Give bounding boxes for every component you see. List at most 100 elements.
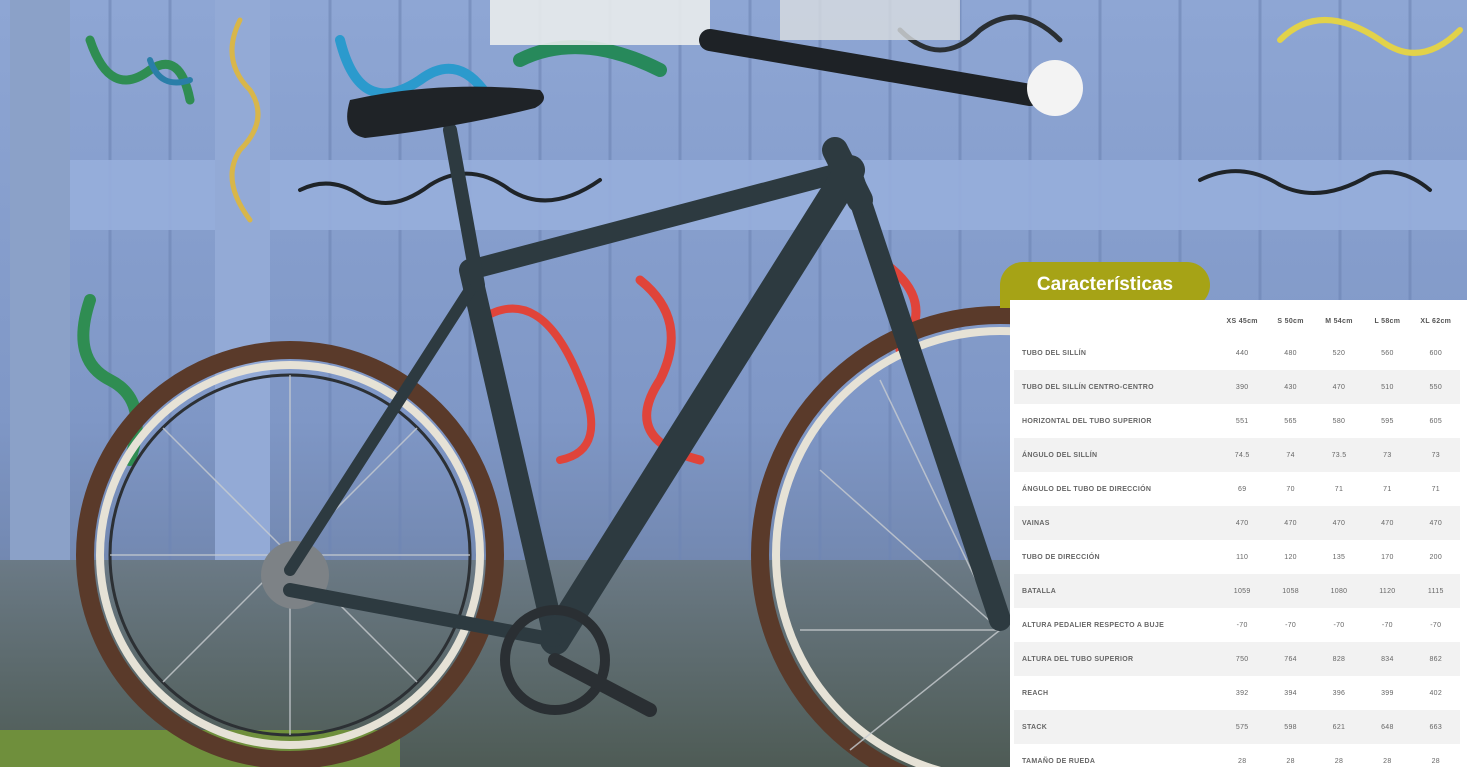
table-cell: 71	[1431, 485, 1440, 493]
table-cell: 70	[1286, 485, 1295, 493]
table-cell: 600	[1429, 349, 1443, 357]
size-header: XS 45cm	[1226, 317, 1258, 325]
table-cell: 828	[1314, 642, 1364, 676]
table-cell: 470	[1218, 506, 1267, 540]
table-cell: 28	[1383, 757, 1392, 765]
row-label: HORIZONTAL DEL TUBO SUPERIOR	[1022, 417, 1152, 425]
row-label: ALTURA PEDALIER RESPECTO A BUJE	[1022, 621, 1165, 629]
table-cell: 595	[1381, 417, 1394, 425]
table-cell: 390	[1218, 370, 1267, 404]
header-label-cell	[1014, 306, 1218, 336]
row-label: TUBO DEL SILLÍN CENTRO-CENTRO	[1014, 370, 1218, 404]
size-header: M 54cm	[1325, 317, 1353, 325]
table-cell: 862	[1411, 642, 1460, 676]
table-row: HORIZONTAL DEL TUBO SUPERIOR 551 565 580…	[1014, 404, 1460, 438]
table-cell: 550	[1411, 370, 1460, 404]
size-header: S 50cm	[1277, 317, 1304, 325]
geometry-table: XS 45cm S 50cm M 54cm L 58cm XL 62cm TUB…	[1014, 306, 1460, 778]
table-row: ALTURA PEDALIER RESPECTO A BUJE -70 -70 …	[1014, 608, 1460, 642]
table-row: REACH 392 394 396 399 402	[1014, 676, 1460, 710]
table-cell: 470	[1411, 506, 1460, 540]
table-cell: 120	[1284, 553, 1297, 561]
table-cell: 74	[1266, 438, 1315, 472]
table-cell: 598	[1266, 710, 1315, 744]
table-cell: 648	[1363, 710, 1412, 744]
table-row: ÁNGULO DEL SILLÍN 74.5 74 73.5 73 73	[1014, 438, 1460, 472]
table-cell: -70	[1236, 621, 1248, 629]
table-cell: 1120	[1363, 574, 1412, 608]
table-cell: -70	[1333, 621, 1345, 629]
table-cell: -70	[1381, 621, 1393, 629]
table-cell: 69	[1238, 485, 1247, 493]
table-row: ALTURA DEL TUBO SUPERIOR 750 764 828 834…	[1014, 642, 1460, 676]
table-cell: 663	[1411, 710, 1460, 744]
table-cell: 74.5	[1218, 438, 1267, 472]
table-cell: 170	[1381, 553, 1394, 561]
table-cell: 394	[1284, 689, 1297, 697]
table-row: VAINAS 470 470 470 470 470	[1014, 506, 1460, 540]
table-cell: -70	[1430, 621, 1442, 629]
table-row: TUBO DE DIRECCIÓN 110 120 135 170 200	[1014, 540, 1460, 574]
table-cell: 73	[1411, 438, 1460, 472]
table-row: STACK 575 598 621 648 663	[1014, 710, 1460, 744]
table-row: TAMAÑO DE RUEDA 28 28 28 28 28	[1014, 744, 1460, 778]
row-label: TUBO DEL SILLÍN	[1022, 349, 1087, 357]
table-cell: 565	[1284, 417, 1297, 425]
table-cell: 73.5	[1314, 438, 1364, 472]
table-cell: 575	[1218, 710, 1267, 744]
table-cell: 750	[1218, 642, 1267, 676]
geometry-table-panel: XS 45cm S 50cm M 54cm L 58cm XL 62cm TUB…	[1010, 300, 1467, 767]
size-header: XL 62cm	[1420, 317, 1452, 325]
table-cell: 402	[1429, 689, 1443, 697]
table-cell: 28	[1238, 757, 1247, 765]
table-row: BATALLA 1059 1058 1080 1120 1115	[1014, 574, 1460, 608]
row-label: ALTURA DEL TUBO SUPERIOR	[1014, 642, 1218, 676]
table-cell: 1080	[1314, 574, 1364, 608]
row-label: STACK	[1014, 710, 1218, 744]
size-header: L 58cm	[1374, 317, 1401, 325]
row-label: TUBO DE DIRECCIÓN	[1022, 553, 1100, 561]
table-cell: 480	[1284, 349, 1297, 357]
characteristics-title: Características	[1036, 274, 1174, 295]
row-label: ÁNGULO DEL SILLÍN	[1014, 438, 1218, 472]
table-cell: 71	[1334, 485, 1344, 493]
row-label: VAINAS	[1014, 506, 1218, 540]
table-cell: 470	[1266, 506, 1315, 540]
table-cell: 470	[1363, 506, 1412, 540]
table-cell: 520	[1332, 349, 1346, 357]
table-cell: 28	[1431, 757, 1440, 765]
table-cell: 560	[1381, 349, 1394, 357]
table-cell: 392	[1235, 689, 1249, 697]
row-label: TAMAÑO DE RUEDA	[1022, 757, 1096, 765]
table-cell: 440	[1235, 349, 1249, 357]
table-cell: 510	[1363, 370, 1412, 404]
row-label: REACH	[1022, 689, 1049, 697]
table-cell: 200	[1429, 553, 1443, 561]
geometry-header-row: XS 45cm S 50cm M 54cm L 58cm XL 62cm	[1014, 306, 1460, 336]
table-cell: 28	[1286, 757, 1295, 765]
table-cell: 396	[1332, 689, 1346, 697]
table-cell: 430	[1266, 370, 1315, 404]
table-cell: 580	[1332, 417, 1346, 425]
table-cell: 834	[1363, 642, 1412, 676]
table-cell: 470	[1314, 506, 1364, 540]
table-cell: 1059	[1218, 574, 1267, 608]
table-cell: 135	[1332, 553, 1346, 561]
table-cell: 551	[1235, 417, 1249, 425]
table-cell: 470	[1314, 370, 1364, 404]
table-row: TUBO DEL SILLÍN 440 480 520 560 600	[1014, 336, 1460, 370]
table-cell: 399	[1381, 689, 1394, 697]
table-cell: 110	[1236, 553, 1249, 561]
table-cell: 1058	[1266, 574, 1315, 608]
table-cell: 73	[1363, 438, 1412, 472]
row-label: ÁNGULO DEL TUBO DE DIRECCIÓN	[1022, 485, 1152, 493]
table-cell: 764	[1266, 642, 1315, 676]
table-cell: -70	[1285, 621, 1297, 629]
table-cell: 28	[1334, 757, 1344, 765]
row-label: BATALLA	[1014, 574, 1218, 608]
table-cell: 71	[1383, 485, 1392, 493]
table-cell: 1115	[1411, 574, 1460, 608]
table-cell: 605	[1429, 417, 1443, 425]
table-row: ÁNGULO DEL TUBO DE DIRECCIÓN 69 70 71 71…	[1014, 472, 1460, 506]
table-cell: 621	[1314, 710, 1364, 744]
